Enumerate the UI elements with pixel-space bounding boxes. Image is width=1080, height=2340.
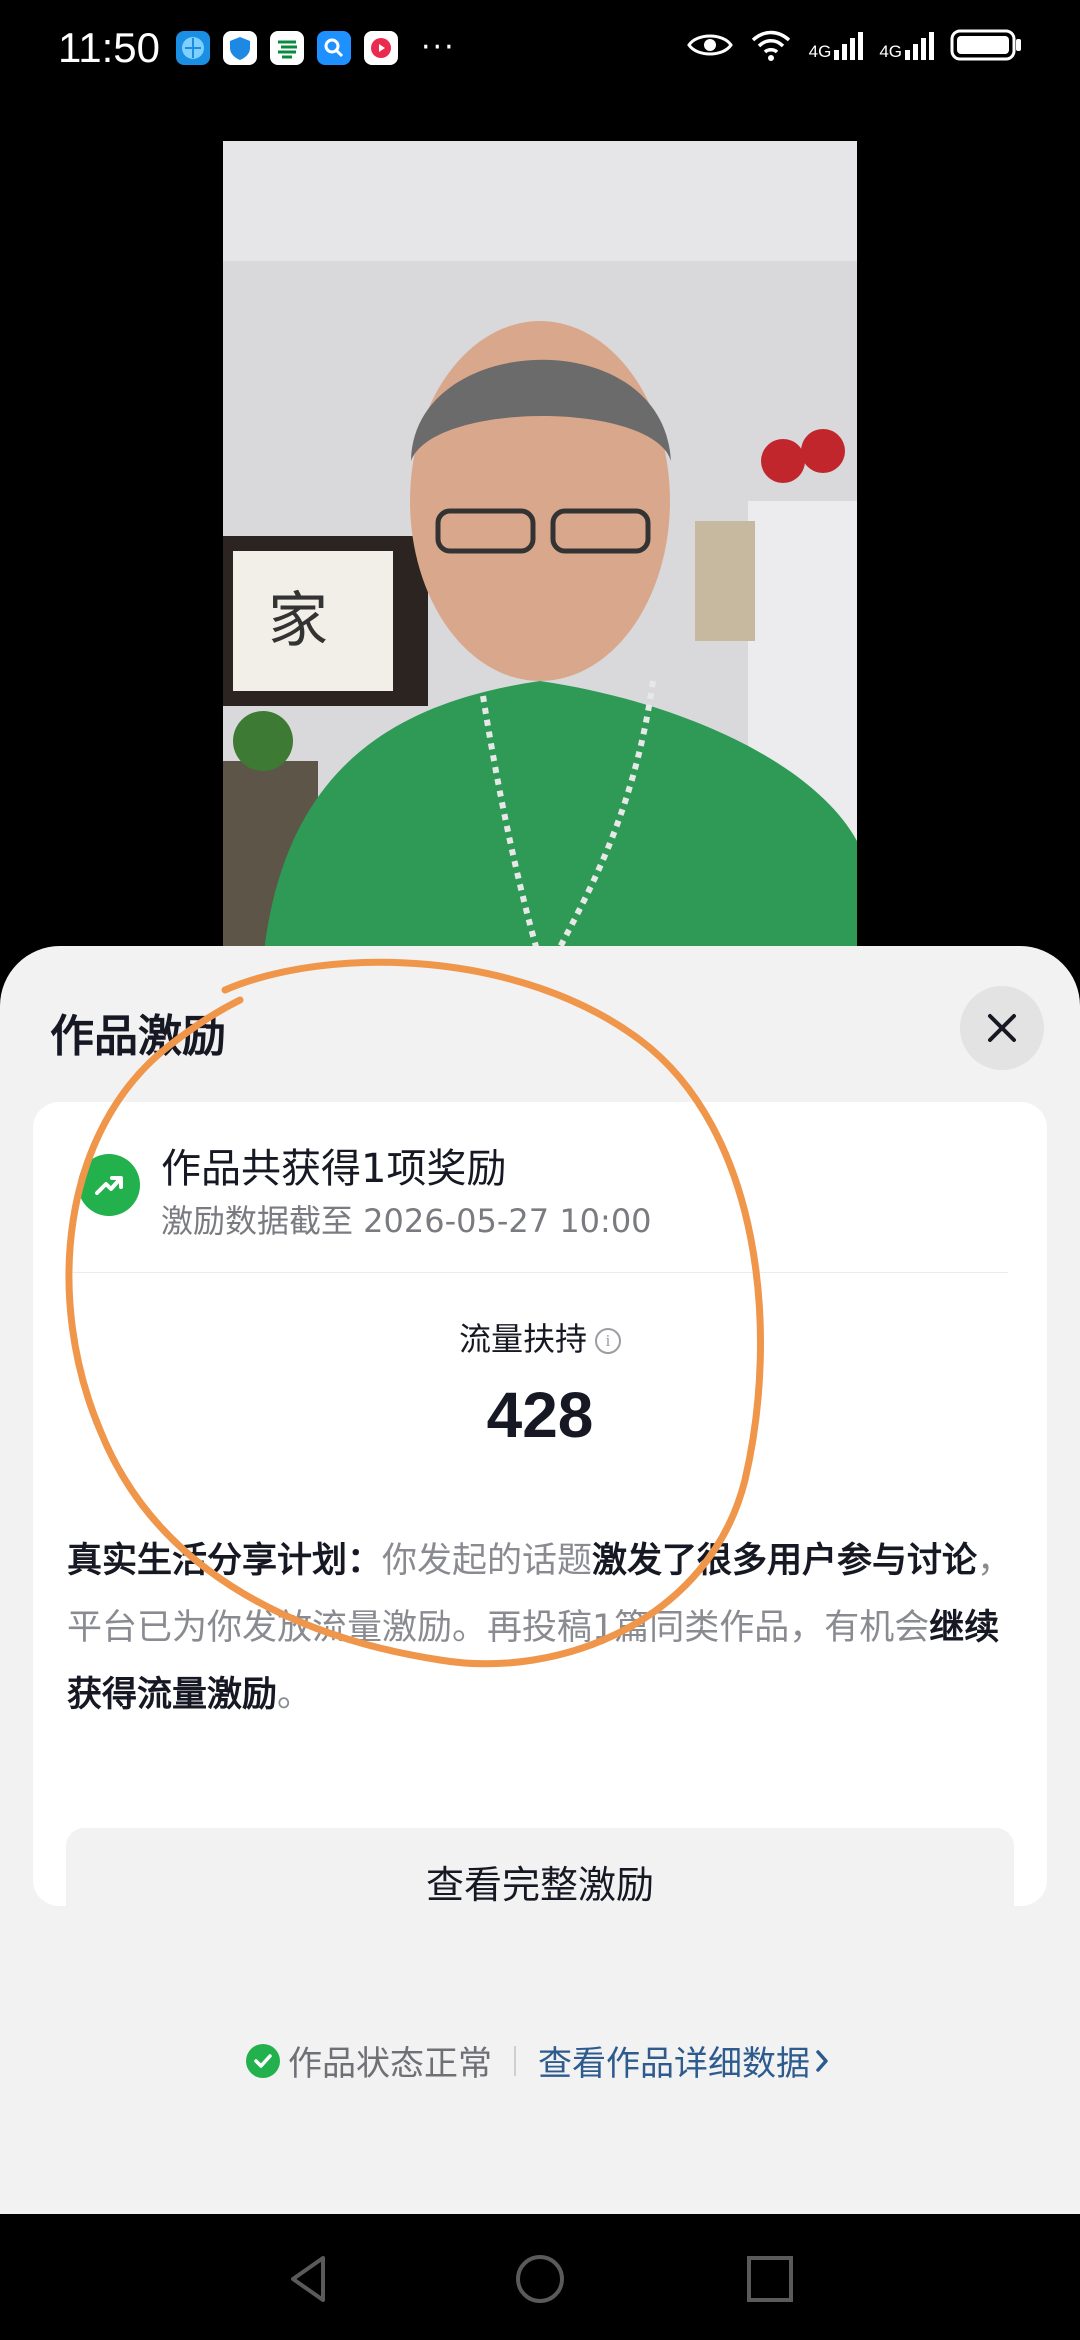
home-icon[interactable] (505, 2244, 575, 2314)
wifi-icon (751, 30, 790, 61)
more-notifications-icon: ··· (421, 30, 456, 65)
status-time: 11:50 (58, 24, 160, 71)
status-bar: 11:50 ··· 4G 4G (0, 0, 1080, 100)
close-button[interactable] (960, 986, 1044, 1070)
video-preview[interactable]: 家 (223, 141, 857, 961)
browser-app-icon (176, 30, 210, 65)
recents-icon[interactable] (735, 2244, 805, 2314)
traffic-support-label: 流量扶持 i (33, 1314, 1047, 1360)
reward-description: 真实生活分享计划：你发起的话题激发了很多用户参与讨论，平台已为你发放流量激励。再… (67, 1541, 1013, 1715)
postal-app-icon (270, 30, 304, 65)
eye-comfort-icon (686, 34, 733, 56)
program-name: 真实生活分享计划： (67, 1541, 383, 1581)
reward-card: 作品共获得1项奖励 激励数据截至 2026-05-27 10:00 流量扶持 i … (33, 1102, 1047, 1934)
notification-icons: ··· (176, 30, 456, 65)
trend-up-icon (78, 1154, 140, 1216)
signal-4g-icon-1: 4G (809, 30, 864, 60)
separator (514, 2045, 516, 2076)
shield-app-icon (223, 30, 257, 65)
video-frame-image: 家 (223, 141, 857, 961)
reward-summary-heading: 作品共获得1项奖励 (161, 1146, 507, 1192)
work-status-text: 作品状态正常 (288, 2044, 492, 2084)
reward-bottom-sheet: 作品激励 作品共获得1项奖励 激励数据截至 2026-05-27 10:00 流… (0, 946, 1080, 2214)
check-circle-icon (246, 2043, 280, 2078)
view-full-rewards-button[interactable]: 查看完整激励 (66, 1828, 1014, 1934)
status-footer: 作品状态正常 查看作品详细数据 (0, 2036, 1080, 2085)
reward-data-timestamp: 激励数据截至 2026-05-27 10:00 (161, 1202, 652, 1240)
signal-4g-icon-2: 4G (879, 30, 934, 60)
status-indicators: 4G 4G (686, 28, 1022, 62)
chevron-right-icon (816, 2049, 828, 2072)
divider (73, 1272, 1008, 1273)
view-detailed-data-link[interactable]: 查看作品详细数据 (538, 2036, 834, 2085)
battery-icon (950, 29, 1021, 61)
close-icon (988, 1014, 1016, 1042)
sheet-title: 作品激励 (50, 1011, 226, 1062)
traffic-support-value: 428 (486, 1379, 594, 1451)
info-icon[interactable]: i (595, 1328, 621, 1354)
search-app-icon (317, 30, 351, 65)
back-icon[interactable] (275, 2244, 345, 2314)
video-app-icon (364, 30, 398, 65)
system-navigation-bar (0, 2214, 1080, 2340)
svg-text:家: 家 (268, 586, 328, 656)
